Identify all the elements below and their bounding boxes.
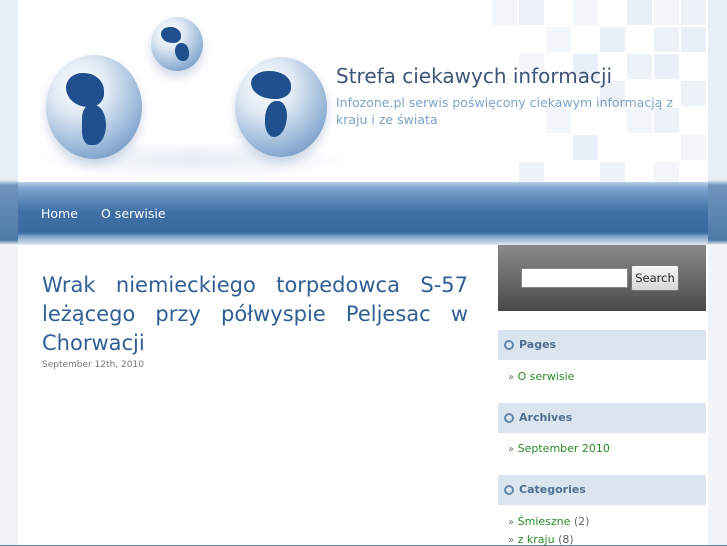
sidebar-link-category[interactable]: z kraju (518, 533, 555, 546)
category-count: (2) (573, 515, 590, 528)
sidebar-link-o-serwisie[interactable]: O serwisie (518, 370, 575, 383)
raquo-icon: » (508, 444, 515, 455)
header-tile (600, 27, 625, 52)
circle-bullet-icon (504, 413, 514, 423)
circle-bullet-icon (504, 485, 514, 495)
header-tile (519, 0, 544, 25)
header-tile (681, 27, 706, 52)
right-background-band (708, 0, 727, 545)
page: Strefa ciekawych informacji Infozone.pl … (0, 0, 727, 546)
header-tile (573, 0, 598, 25)
header-tile (600, 162, 625, 182)
header-tile (519, 162, 544, 182)
category-count: (8) (558, 533, 574, 546)
widget-heading-label: Archives (519, 411, 573, 424)
post-title[interactable]: Wrak niemieckiego torpedowca S-57 leżące… (42, 271, 468, 358)
header: Strefa ciekawych informacji Infozone.pl … (18, 0, 708, 182)
nav-item-home[interactable]: Home (41, 206, 78, 221)
circle-bullet-icon (504, 340, 514, 350)
list-item: » z kraju (8) (508, 533, 574, 546)
globe-icon (46, 55, 142, 159)
header-tile-pattern (488, 0, 708, 182)
search-button[interactable]: Search (631, 265, 679, 291)
widget-heading-label: Pages (519, 338, 557, 351)
header-tile (654, 27, 679, 52)
site-title[interactable]: Strefa ciekawych informacji (336, 64, 612, 88)
list-item: » Śmieszne (2) (508, 515, 589, 528)
main-content: Wrak niemieckiego torpedowca S-57 leżące… (18, 245, 498, 545)
list-item: » September 2010 (508, 442, 610, 455)
widget-heading-label: Categories (519, 483, 586, 496)
search-input[interactable] (521, 268, 628, 288)
categories-widget-heading: Categories (498, 475, 706, 505)
globe-icon (235, 57, 327, 157)
raquo-icon: » (508, 517, 515, 528)
pages-widget-heading: Pages (498, 330, 706, 360)
left-background-band (0, 0, 18, 545)
post-date: September 12th, 2010 (42, 360, 144, 370)
nav-shadow (18, 235, 708, 245)
header-tile (654, 162, 679, 182)
search-panel: Search (498, 245, 706, 311)
header-tile (492, 0, 517, 25)
nav-item-o-serwisie[interactable]: O serwisie (101, 206, 166, 221)
header-tile (627, 0, 652, 25)
raquo-icon: » (508, 372, 515, 383)
header-tile (654, 54, 679, 79)
sidebar: Search Pages » O serwisie Archives » Sep… (498, 245, 708, 546)
list-item: » O serwisie (508, 370, 574, 383)
header-tile (546, 27, 571, 52)
header-tile (573, 135, 598, 160)
sidebar-link-september-2010[interactable]: September 2010 (518, 442, 610, 455)
header-tile (654, 0, 679, 25)
globe-icon (151, 17, 203, 71)
header-tile (627, 54, 652, 79)
site-description: Infozone.pl serwis poświęcony ciekawym i… (336, 95, 673, 127)
raquo-icon: » (508, 535, 515, 546)
sidebar-link-category[interactable]: Śmieszne (518, 515, 571, 528)
archives-widget-heading: Archives (498, 403, 706, 433)
header-tile (681, 0, 706, 25)
header-tile (681, 135, 706, 160)
main-navigation: Home O serwisie (18, 182, 708, 235)
